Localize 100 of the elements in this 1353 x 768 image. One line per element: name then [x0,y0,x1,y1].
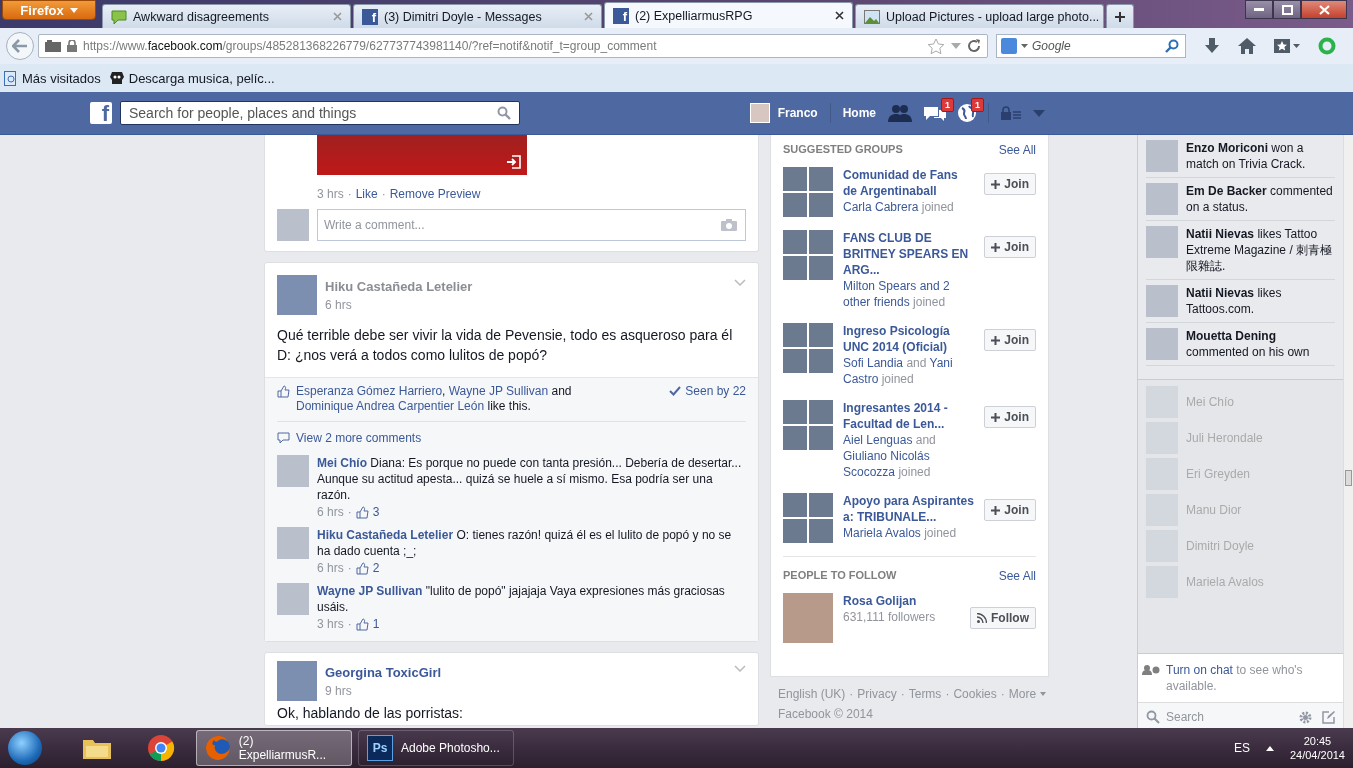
turn-on-chat-link[interactable]: Turn on chat [1166,663,1233,677]
language-indicator[interactable]: ES [1233,741,1250,755]
group-photo-grid[interactable] [783,400,833,450]
join-button[interactable]: Join [984,236,1036,258]
action-link[interactable]: Like [355,187,378,201]
seen-by-link[interactable]: Seen by 22 [669,384,746,398]
author-link[interactable]: Hiku Castañeda Letelier [317,528,454,542]
reload-icon[interactable] [967,39,981,53]
profile-link[interactable]: Franco [749,103,818,123]
ticker-item[interactable]: Em De Backer commented on a status. [1146,178,1335,221]
messages-icon[interactable] [924,104,946,122]
group-photo-grid[interactable] [783,493,833,543]
person-link[interactable]: Wayne JP Sullivan [448,384,549,398]
thumbs-up-icon[interactable] [355,617,369,631]
separator: · [1000,687,1005,701]
avatar [1146,183,1178,215]
caret-icon[interactable] [1040,692,1047,696]
person-link[interactable]: Dominique Andrea Carpentier León [296,399,485,413]
search-icon[interactable] [1165,39,1179,53]
notification-badge: 1 [971,98,984,112]
download-icon[interactable] [1204,38,1220,54]
bookmarks-menu-icon[interactable] [1274,39,1300,53]
avatar [277,209,309,241]
caret-icon[interactable] [1021,44,1028,48]
copyright: Facebook © 2014 [778,707,874,721]
action-link[interactable]: Remove Preview [389,187,481,201]
maximize-button[interactable] [1273,0,1301,19]
group-name[interactable]: Ingresantes 2014 - Facultad de Len... [843,400,975,432]
author-link[interactable]: Mei Chío [317,456,367,470]
ticker-text: Natii Nievas likes Tattoo Extreme Magazine / 刺青極限雜誌. [1186,226,1334,274]
group-photo-grid[interactable] [783,167,833,217]
expand-icon[interactable] [507,155,521,169]
home-icon[interactable] [1238,38,1256,54]
ticker-item[interactable]: Natii Nievas likes Tattoo Extreme Magazine / 刺青極限雜誌. [1146,221,1335,280]
group-name[interactable]: FANS CLUB DE BRITNEY SPEARS EN ARG... [843,230,975,278]
group-name[interactable]: Comunidad de Fans de Argentinaball [843,167,975,199]
author-link[interactable]: Wayne JP Sullivan [317,584,423,598]
like-count[interactable]: 3 [372,505,380,519]
back-button[interactable] [6,32,34,60]
ticker-item[interactable]: Mouetta Dening commented on his own [1146,323,1335,366]
home-link[interactable]: Home [842,106,876,120]
group-name[interactable]: Apoyo para Aspirantes a: TRIBUNALE... [843,493,975,525]
join-button[interactable]: Join [984,406,1036,428]
plus-icon [991,505,1001,515]
author-name[interactable]: Georgina ToxicGirl [325,665,726,680]
ring-icon[interactable] [1318,37,1336,55]
likes-sentence: Esperanza Gómez Harriero, Wayne JP Sullivan and Dominique Andrea Carpentier León like this. [296,384,573,414]
compose-icon[interactable] [1322,710,1335,724]
person-name[interactable]: Rosa Golijan [843,593,960,609]
dropdown-icon[interactable] [951,43,961,49]
browser-tab[interactable]: Awkward disagreements [102,4,351,28]
close-window-button[interactable] [1301,0,1347,19]
avatar [277,661,317,701]
separator: · [347,561,352,575]
search-field[interactable]: Search for people, places and things [120,101,520,125]
address-field[interactable]: https://www.facebook.com/groups/485281368226779/627737743981140/?ref=notif&notif_t=group_comment [38,34,988,58]
thumbs-up-icon[interactable] [355,561,369,575]
like-count[interactable]: 2 [372,561,380,575]
bookmark-item[interactable]: Más visitados [4,70,101,86]
lock-icon[interactable] [67,40,77,52]
star-icon[interactable] [927,37,945,55]
group-name[interactable]: Ingreso Psicología UNC 2014 (Oficial) [843,323,975,355]
thumbs-up-icon[interactable] [355,505,369,519]
clock[interactable]: 20:45 24/04/2014 [1289,734,1345,762]
search-field[interactable]: Google [996,34,1186,58]
taskbar-button[interactable]: (2) ExpelliarmusR... [196,730,352,766]
browser-tab[interactable]: Upload Pictures - upload large photo... [855,4,1104,28]
rss-icon [977,613,987,623]
facebook-icon: f [613,7,629,24]
scrollbar[interactable] [1343,135,1353,728]
new-tab-button[interactable] [1106,4,1134,28]
browser-tab[interactable]: f (3) Dimitri Doyle - Messages [353,4,602,28]
plus-icon [1114,10,1126,23]
close-icon[interactable] [835,11,844,20]
see-all-link[interactable]: See All [998,143,1036,157]
bookmark-item[interactable]: Descarga musica, pelíc... [108,70,275,86]
ticker-item[interactable]: Natii Nievas likes Tattoos.com. [1146,280,1335,323]
see-all-link[interactable]: See All [998,569,1036,583]
minimize-button[interactable] [1245,0,1273,19]
start-button[interactable] [8,731,42,765]
facebook-logo[interactable]: f [90,102,112,124]
join-button[interactable]: Join [984,173,1036,195]
like-count[interactable]: 1 [372,617,380,631]
show-hidden-icons-icon[interactable] [1265,745,1274,751]
group-photo-grid[interactable] [783,230,833,280]
taskbar-button[interactable]: Ps Adobe Photosho... [358,730,514,766]
view-more-comments-link[interactable]: View 2 more comments [277,422,746,451]
ticker-item[interactable]: Enzo Moriconi won a match on Trivia Crack. [1146,135,1335,178]
browser-tab[interactable]: f (2) ExpelliarmusRPG [604,2,853,28]
join-button[interactable]: Join [984,329,1036,351]
group-photo-grid[interactable] [783,323,833,373]
join-button[interactable]: Join [984,499,1036,521]
friends-icon[interactable] [888,104,912,122]
timestamp: 3 hrs [317,187,344,201]
follow-button[interactable]: Follow [970,607,1036,629]
search-icon[interactable] [497,106,511,120]
thumbs-up-icon[interactable] [277,385,290,398]
settings-icon[interactable] [1299,710,1312,724]
ticker-text: Enzo Moriconi won a match on Trivia Crack. [1186,140,1307,172]
maximize-icon [1281,4,1293,15]
